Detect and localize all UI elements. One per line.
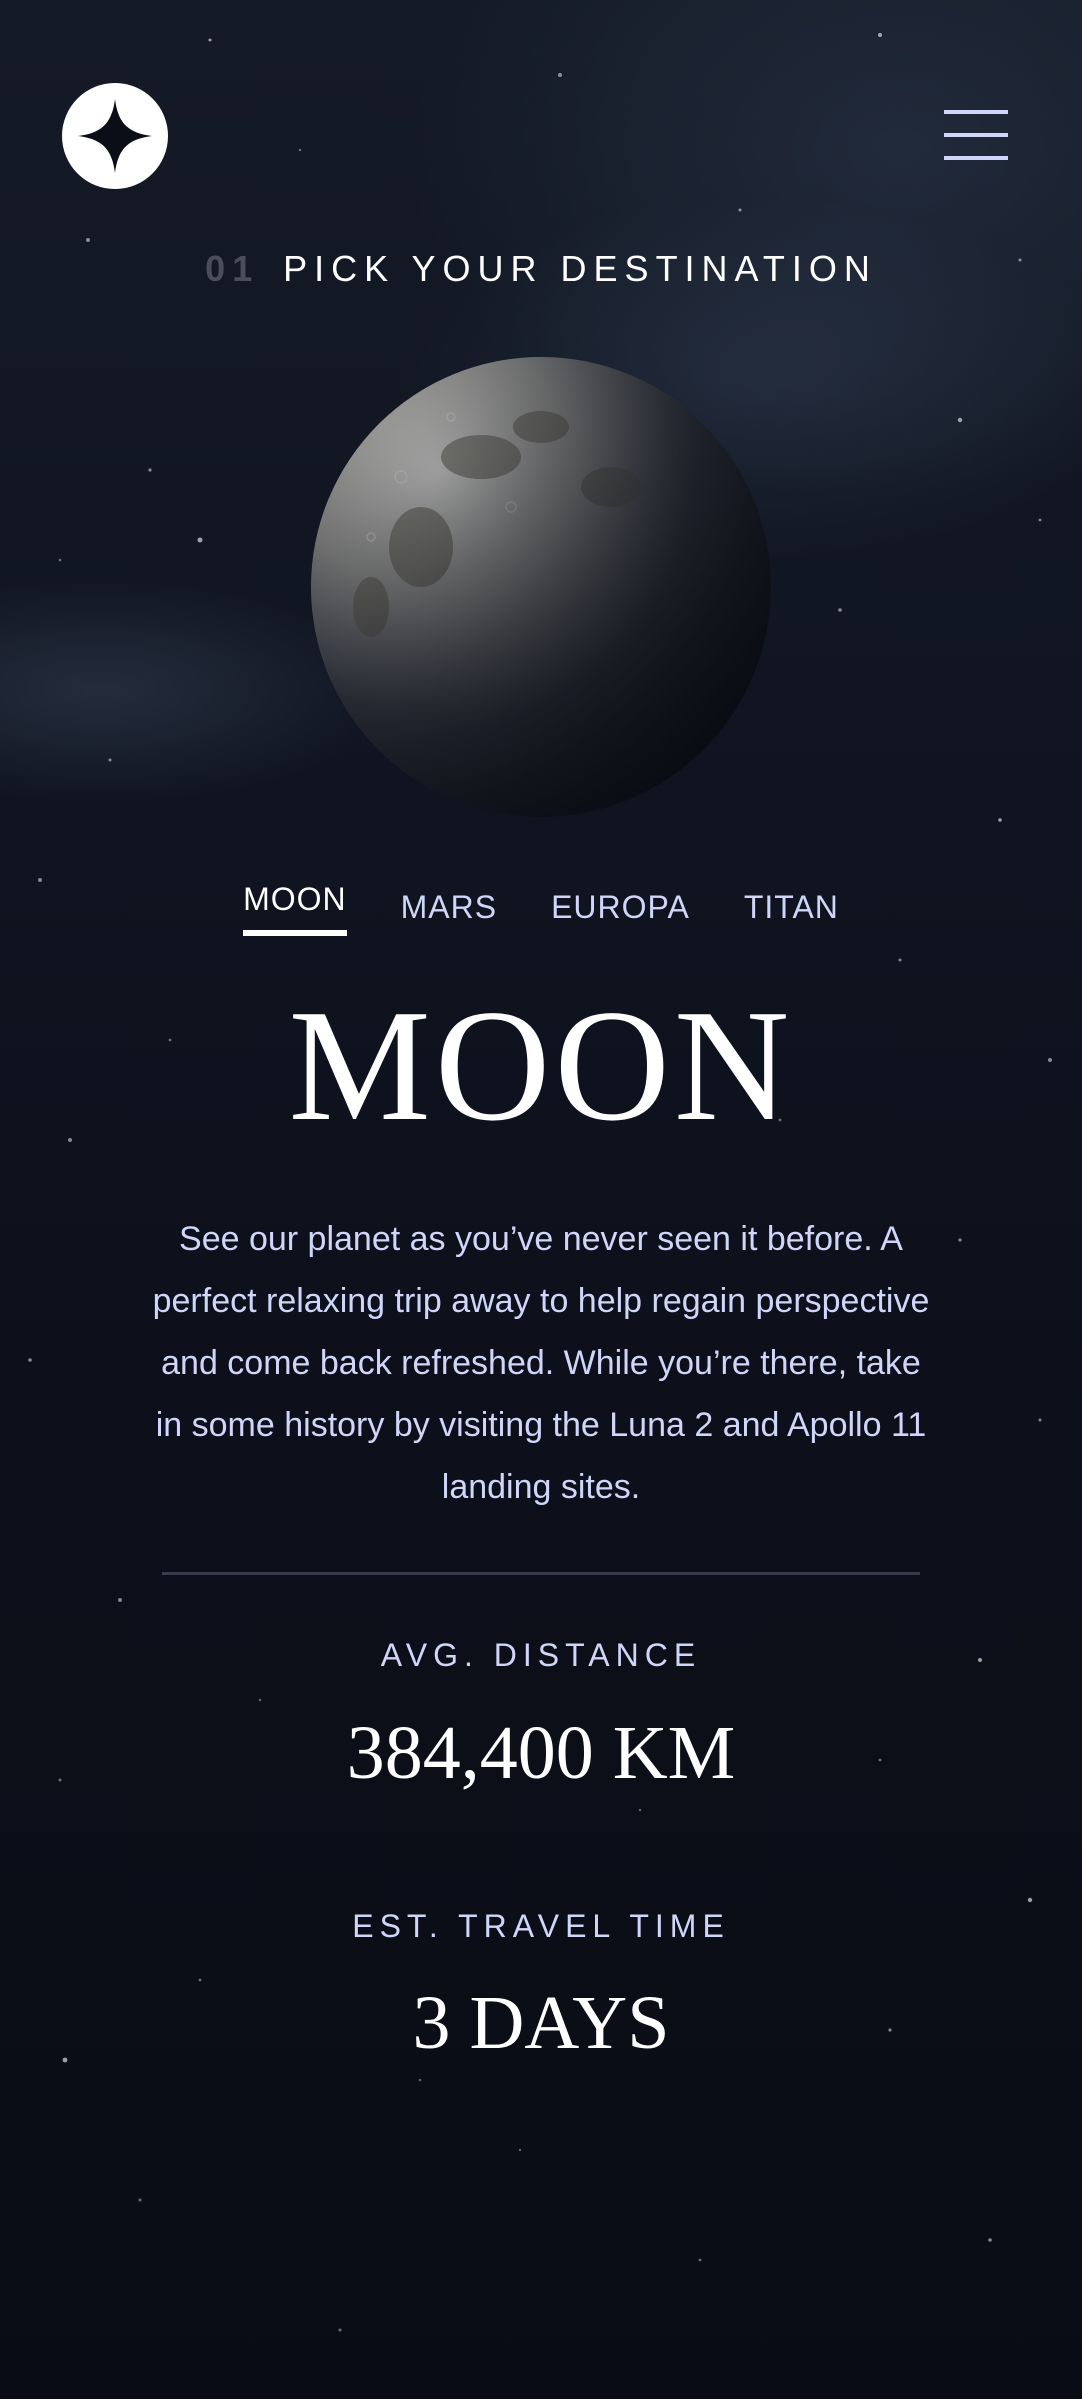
avg-distance-value: 384,400 KM <box>346 1711 736 1795</box>
page-heading: 01 PICK YOUR DESTINATION <box>0 248 1082 290</box>
divider <box>162 1572 920 1575</box>
travel-time-value: 3 DAYS <box>412 1981 670 2065</box>
tab-titan[interactable]: TITAN <box>744 875 839 945</box>
star-logo-icon[interactable] <box>62 83 168 189</box>
tab-europa[interactable]: EUROPA <box>551 875 690 945</box>
destination-description: See our planet as you’ve never seen it b… <box>152 1220 930 1506</box>
hamburger-menu-icon[interactable] <box>944 110 1008 160</box>
destination-tabs: MOON MARS EUROPA TITAN <box>0 875 1082 945</box>
moon-image <box>311 357 771 817</box>
tab-mars[interactable]: MARS <box>401 875 497 945</box>
travel-time-label: EST. TRAVEL TIME <box>352 1908 730 1944</box>
destination-page: 01 PICK YOUR DESTINATION MOON MARS EUROP… <box>0 0 1082 2399</box>
section-number: 01 <box>205 248 260 289</box>
section-title: PICK YOUR DESTINATION <box>283 248 877 289</box>
destination-title: MOON <box>288 976 794 1154</box>
tab-moon[interactable]: MOON <box>243 875 347 937</box>
avg-distance-label: AVG. DISTANCE <box>380 1637 702 1673</box>
